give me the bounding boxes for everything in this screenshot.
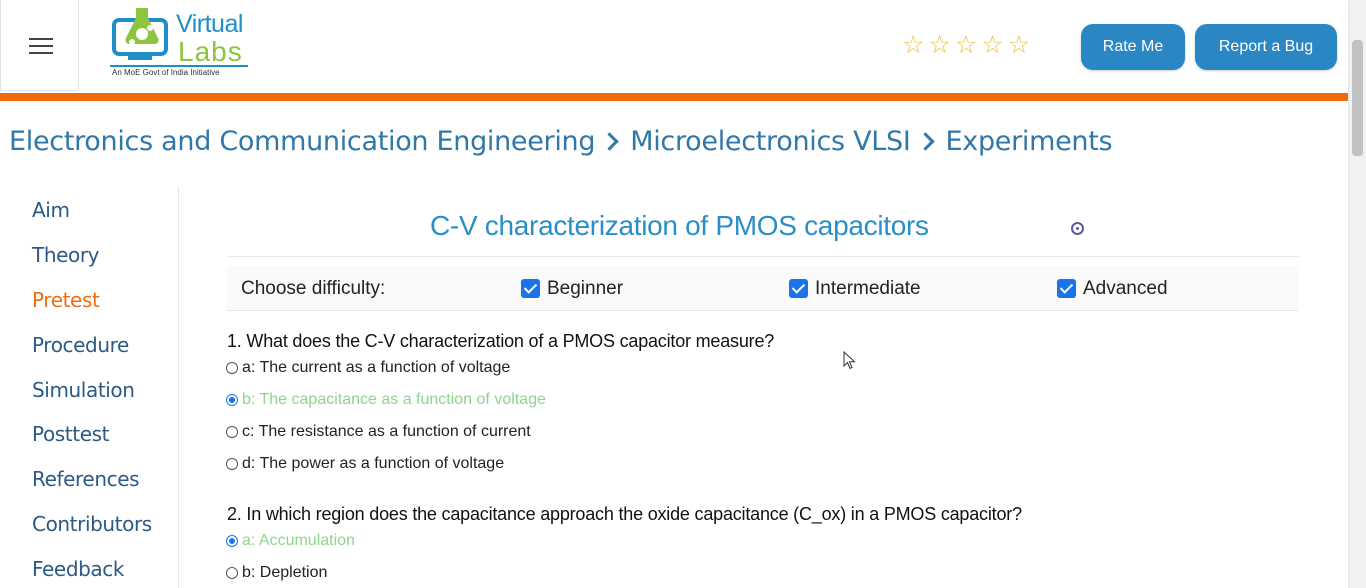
info-icon[interactable]	[1071, 222, 1084, 235]
rating-stars: ☆ ☆ ☆ ☆ ☆	[902, 32, 1030, 57]
star-icon[interactable]: ☆	[955, 32, 977, 57]
mouse-cursor-icon	[843, 351, 856, 370]
radio-button[interactable]	[226, 535, 238, 547]
beginner-checkbox[interactable]	[521, 279, 540, 298]
chevron-right-icon	[915, 132, 935, 151]
menu-icon-line	[29, 38, 53, 40]
radio-button[interactable]	[226, 458, 238, 470]
option-label: b: Depletion	[242, 564, 328, 581]
sidebar-item-feedback[interactable]: Feedback	[32, 557, 124, 581]
intermediate-label: Intermediate	[815, 278, 921, 299]
divider	[227, 256, 1299, 257]
difficulty-label: Choose difficulty:	[241, 278, 386, 299]
option-label: c: The resistance as a function of curre…	[242, 423, 531, 440]
virtual-labs-logo[interactable]: Virtual Labs An MoE Govt of India Initia…	[108, 6, 253, 86]
logo-subtitle: Labs	[178, 36, 243, 67]
sidebar-item-references[interactable]: References	[32, 467, 140, 491]
star-icon[interactable]: ☆	[902, 32, 924, 57]
header-accent-bar	[0, 93, 1348, 101]
logo-tagline: An MoE Govt of India Initiative	[112, 68, 220, 77]
option-label: d: The power as a function of voltage	[242, 455, 505, 472]
option-label: a: Accumulation	[242, 532, 355, 549]
chevron-right-icon	[600, 132, 619, 151]
question-2-text: 2. In which region does the capacitance …	[227, 504, 1022, 524]
breadcrumb-item[interactable]: Electronics and Communication Engineerin…	[9, 126, 596, 157]
star-icon[interactable]: ☆	[981, 32, 1003, 57]
flask-monitor-icon	[112, 8, 168, 60]
rate-me-button[interactable]: Rate Me	[1081, 24, 1185, 70]
question-1-option-b[interactable]: b: The capacitance as a function of volt…	[226, 391, 546, 409]
question-2-option-b[interactable]: b: Depletion	[226, 564, 327, 582]
menu-icon-line	[29, 52, 53, 54]
logo-title: Virtual	[176, 10, 243, 38]
radio-button[interactable]	[226, 567, 238, 579]
breadcrumb-item[interactable]: Experiments	[946, 126, 1113, 157]
hamburger-menu-button[interactable]	[0, 0, 79, 91]
scrollbar-thumb[interactable]	[1352, 40, 1363, 156]
question-1-option-a[interactable]: a: The current as a function of voltage	[226, 359, 510, 377]
option-label: a: The current as a function of voltage	[242, 359, 511, 376]
intermediate-checkbox[interactable]	[789, 279, 808, 298]
star-icon[interactable]: ☆	[1008, 32, 1030, 57]
breadcrumb: Electronics and Communication Engineerin…	[9, 126, 1113, 157]
radio-button[interactable]	[226, 362, 238, 374]
question-1-option-d[interactable]: d: The power as a function of voltage	[226, 455, 504, 473]
question-2-option-a[interactable]: a: Accumulation	[226, 532, 355, 550]
sidebar-item-contributors[interactable]: Contributors	[32, 512, 152, 536]
menu-icon-line	[29, 45, 53, 47]
site-header: Virtual Labs An MoE Govt of India Initia…	[0, 0, 1348, 93]
sidebar-item-simulation[interactable]: Simulation	[32, 378, 135, 402]
logo-divider	[110, 65, 248, 67]
star-icon[interactable]: ☆	[928, 32, 950, 57]
beginner-label: Beginner	[547, 278, 624, 299]
question-1-text: 1. What does the C-V characterization of…	[227, 331, 775, 351]
radio-button[interactable]	[226, 394, 238, 406]
divider	[227, 310, 1299, 311]
radio-button[interactable]	[226, 426, 238, 438]
page-scrollbar[interactable]	[1348, 0, 1366, 588]
sidebar-item-theory[interactable]: Theory	[32, 243, 99, 267]
report-bug-button[interactable]: Report a Bug	[1195, 24, 1337, 70]
breadcrumb-item[interactable]: Microelectronics VLSI	[630, 126, 911, 157]
sidebar-item-pretest[interactable]: Pretest	[32, 288, 100, 312]
sidebar-item-posttest[interactable]: Posttest	[32, 422, 109, 446]
advanced-label: Advanced	[1083, 278, 1168, 299]
sidebar-item-aim[interactable]: Aim	[32, 198, 70, 222]
option-label: b: The capacitance as a function of volt…	[242, 391, 546, 408]
sidebar-item-procedure[interactable]: Procedure	[32, 333, 129, 357]
question-1-option-c[interactable]: c: The resistance as a function of curre…	[226, 423, 531, 441]
page-title: C-V characterization of PMOS capacitors	[430, 210, 929, 241]
advanced-checkbox[interactable]	[1057, 279, 1076, 298]
